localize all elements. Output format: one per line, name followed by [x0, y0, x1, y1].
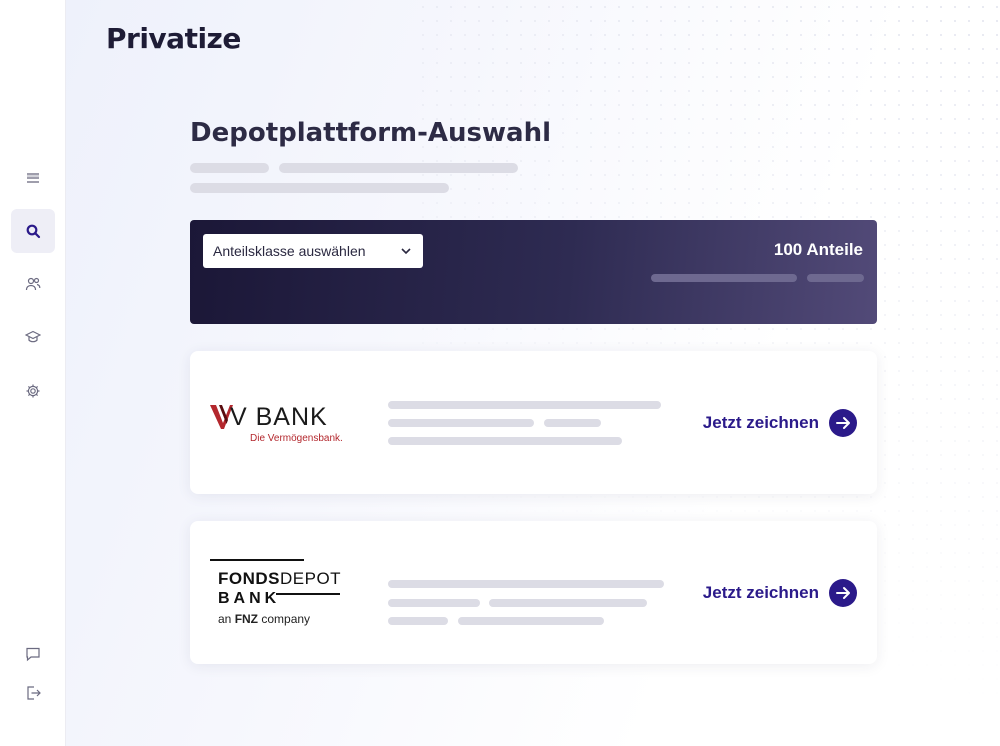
fondsdepot-wordmark: FONDSDEPOT: [218, 569, 342, 588]
vbank-wordmark: V BANK: [230, 403, 328, 431]
users-icon: [25, 277, 41, 291]
chat-icon: [26, 647, 40, 662]
sidebar-item-chat[interactable]: [11, 632, 55, 676]
chevron-down-icon: [401, 248, 411, 255]
subscribe-button-label: Jetzt zeichnen: [702, 413, 819, 432]
skeleton-line: [458, 617, 604, 625]
sidebar-item-logout[interactable]: [11, 671, 55, 715]
skeleton-line: [388, 599, 480, 607]
logout-icon: [27, 686, 41, 700]
shares-count: 100 Anteile: [773, 240, 863, 259]
skeleton-line: [388, 437, 622, 445]
vbank-tagline: Die Vermögensbank.: [250, 433, 343, 444]
sidebar-item-learning[interactable]: [11, 315, 55, 359]
skeleton-line: [388, 617, 448, 625]
skeleton-line: [279, 163, 518, 173]
sidebar-item-users[interactable]: [11, 262, 55, 306]
fondsdepot-bank-logo: FONDSDEPOT BANK an FNZ company: [210, 559, 350, 629]
vbank-logo: V BANK Die Vermögensbank.: [210, 403, 350, 447]
arrow-right-circle-icon: [829, 579, 857, 607]
logo-rule: [210, 559, 304, 561]
sidebar: [0, 0, 66, 746]
subscribe-button-vbank[interactable]: Jetzt zeichnen: [703, 409, 857, 437]
skeleton-line: [489, 599, 647, 607]
menu-icon: [27, 173, 39, 183]
logo-rule: [276, 593, 340, 595]
sidebar-item-menu[interactable]: [11, 156, 55, 200]
skeleton-line: [388, 419, 534, 427]
skeleton-line: [651, 274, 797, 282]
sidebar-item-settings[interactable]: [11, 369, 55, 413]
share-class-select[interactable]: Anteilsklasse auswählen: [203, 234, 423, 268]
subscribe-button-label: Jetzt zeichnen: [702, 583, 819, 602]
page-title: Depotplattform-Auswahl: [190, 118, 552, 148]
arrow-right-circle-icon: [829, 409, 857, 437]
fnz-company-tagline: an FNZ company: [218, 612, 311, 626]
skeleton-line: [190, 183, 449, 193]
gear-icon: [26, 384, 40, 398]
bank-card-vbank: V BANK Die Vermögensbank. Jetzt zeichnen: [190, 351, 877, 494]
share-class-banner: Anteilsklasse auswählen 100 Anteile: [190, 220, 877, 324]
subscribe-button-fondsdepot[interactable]: Jetzt zeichnen: [703, 579, 857, 607]
main-content: Privatize Depotplattform-Auswahl Anteils…: [66, 0, 1000, 746]
skeleton-line: [544, 419, 601, 427]
graduation-cap-icon: [25, 330, 41, 343]
share-class-select-value: Anteilsklasse auswählen: [213, 243, 366, 259]
bank-wordmark: BANK: [218, 590, 281, 607]
skeleton-line: [190, 163, 269, 173]
sidebar-item-search[interactable]: [11, 209, 55, 253]
search-icon: [26, 224, 41, 239]
skeleton-line: [388, 580, 664, 588]
skeleton-line: [388, 401, 661, 409]
bank-card-fondsdepot: FONDSDEPOT BANK an FNZ company Jetzt zei…: [190, 521, 877, 664]
skeleton-line: [807, 274, 864, 282]
app-logo[interactable]: Privatize: [106, 22, 241, 55]
